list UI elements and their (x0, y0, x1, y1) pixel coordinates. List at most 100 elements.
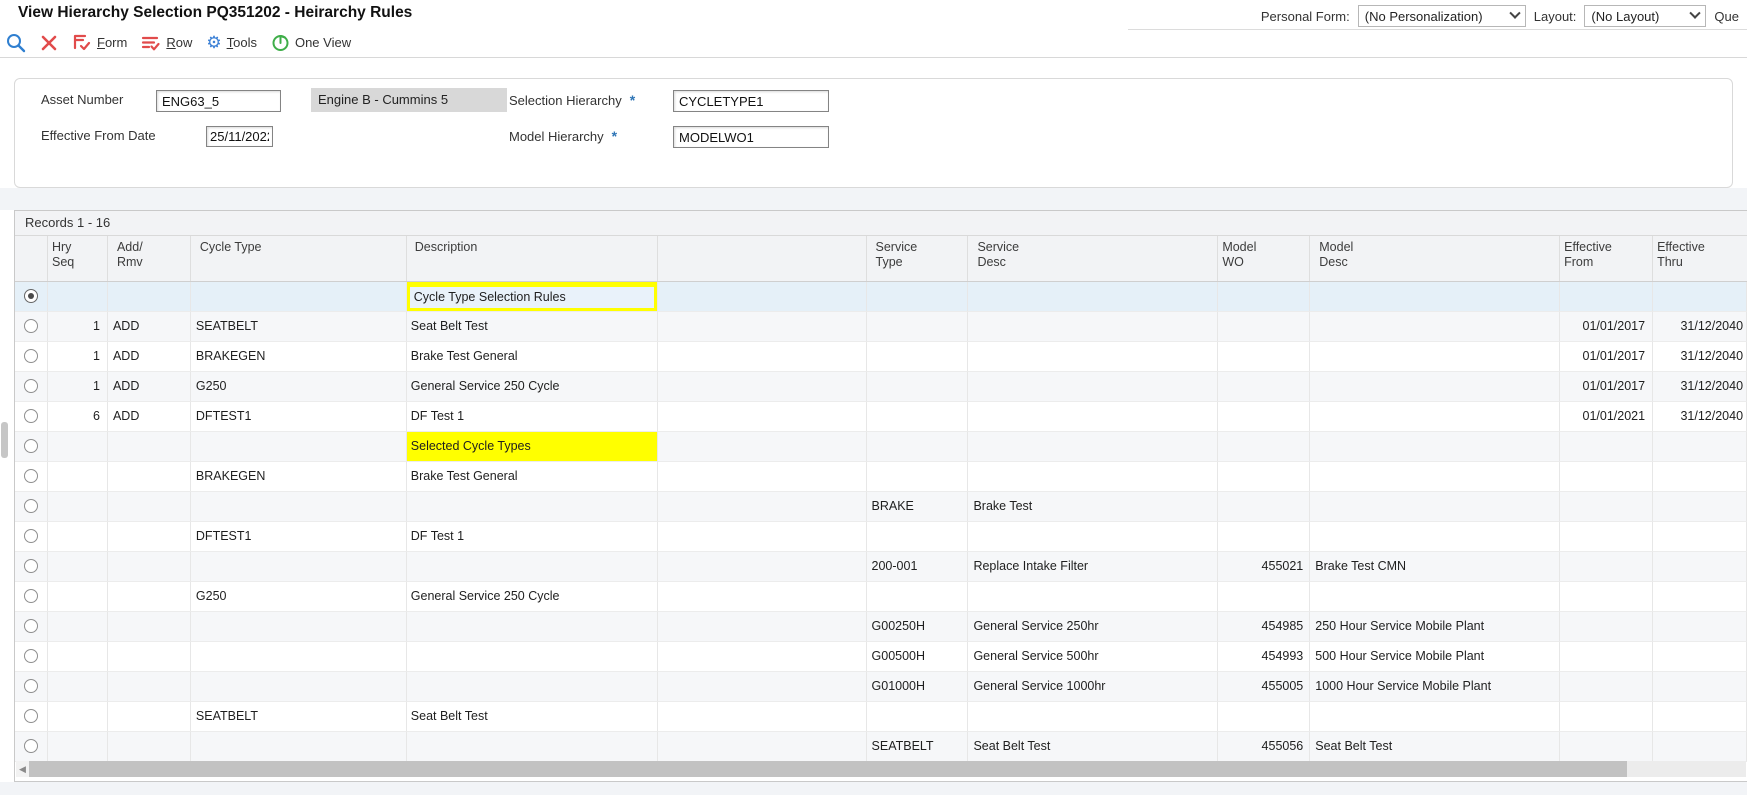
horizontal-scrollbar-thumb[interactable] (29, 761, 1627, 777)
grid-cell-efrom (1560, 552, 1653, 582)
grid-cell-mwo (1218, 402, 1310, 432)
radio-icon[interactable] (24, 559, 38, 573)
row-menu-button[interactable]: Row (141, 34, 192, 52)
asset-number-input[interactable] (156, 90, 281, 112)
row-select-cell[interactable] (15, 432, 48, 462)
grid-header-hry-seq[interactable]: Hry Seq (48, 236, 108, 281)
row-select-cell[interactable] (15, 282, 48, 312)
vertical-scrollbar-thumb[interactable] (1, 422, 8, 458)
radio-icon[interactable] (24, 529, 38, 543)
row-select-cell[interactable] (15, 402, 48, 432)
radio-icon[interactable] (24, 679, 38, 693)
grid-cell-blank (658, 282, 867, 312)
grid-cell-hry: 1 (48, 342, 108, 372)
grid-cell-desc (407, 552, 658, 582)
grid-cell-stype: G01000H (867, 672, 969, 702)
grid-cell-sdesc (968, 372, 1218, 402)
cell-text: 454985 (1218, 612, 1309, 641)
grid-header-add-rmv[interactable]: Add/ Rmv (108, 236, 191, 281)
grid-header-description[interactable]: Description (407, 236, 658, 281)
effective-from-date-input[interactable] (206, 126, 273, 147)
radio-icon[interactable] (24, 709, 38, 723)
row-select-cell[interactable] (15, 702, 48, 732)
row-select-cell[interactable] (15, 522, 48, 552)
radio-icon[interactable] (24, 439, 38, 453)
row-select-cell[interactable] (15, 492, 48, 522)
cell-text: 01/01/2017 (1560, 312, 1652, 341)
row-select-cell[interactable] (15, 732, 48, 762)
horizontal-scrollbar[interactable]: ◀ (16, 761, 1746, 777)
row-select-cell[interactable] (15, 462, 48, 492)
row-select-cell[interactable] (15, 342, 48, 372)
grid-header-effective-thru[interactable]: Effective Thru (1653, 236, 1747, 281)
grid-header-service-type[interactable]: Service Type (867, 236, 969, 281)
layout-select[interactable]: (No Layout) (1584, 5, 1706, 27)
grid-cell-stype: SEATBELT (867, 732, 969, 762)
radio-icon[interactable] (24, 619, 38, 633)
grid-cell-desc: Seat Belt Test (407, 312, 658, 342)
row-select-cell[interactable] (15, 672, 48, 702)
grid-cell-mwo: 454985 (1218, 612, 1310, 642)
radio-icon[interactable] (24, 319, 38, 333)
grid-header-effective-from[interactable]: Effective From (1560, 236, 1653, 281)
grid-cell-stype: G00250H (867, 612, 969, 642)
grid-cell-hry (48, 672, 108, 702)
grid-row: BRAKEGENBrake Test General (15, 462, 1747, 492)
radio-selected-icon[interactable] (24, 289, 38, 303)
grid-cell-mdesc (1310, 522, 1560, 552)
grid-cell-efrom: 01/01/2017 (1560, 312, 1653, 342)
row-select-cell[interactable] (15, 312, 48, 342)
row-select-cell[interactable] (15, 612, 48, 642)
row-select-cell[interactable] (15, 642, 48, 672)
close-button[interactable] (40, 34, 58, 52)
cell-text: DF Test 1 (407, 522, 657, 551)
scroll-left-arrow-icon[interactable]: ◀ (16, 761, 29, 777)
cell-text: Brake Test General (407, 462, 657, 491)
radio-icon[interactable] (24, 589, 38, 603)
grid-cell-sdesc (968, 432, 1218, 462)
form-menu-button[interactable]: Form (72, 34, 127, 52)
grid-cell-desc (407, 642, 658, 672)
header-text: Hry (52, 240, 78, 254)
grid-cell-stype (867, 522, 969, 552)
tools-menu-button[interactable]: ⚙ Tools (206, 34, 257, 51)
grid-cell-efrom (1560, 282, 1653, 312)
grid-cell-efrom: 01/01/2017 (1560, 342, 1653, 372)
header-text: Desc (972, 255, 1005, 269)
radio-icon[interactable] (24, 409, 38, 423)
model-hierarchy-label: Model Hierarchy* (509, 128, 617, 144)
radio-icon[interactable] (24, 379, 38, 393)
one-view-button[interactable]: One View (271, 33, 351, 52)
grid-cell-ethru (1653, 492, 1747, 522)
radio-icon[interactable] (24, 469, 38, 483)
row-select-cell[interactable] (15, 582, 48, 612)
model-hierarchy-input[interactable] (673, 126, 829, 148)
find-button[interactable] (6, 33, 26, 53)
grid-cell-ethru (1653, 552, 1747, 582)
grid-cell-cycle (191, 432, 407, 462)
row-select-cell[interactable] (15, 552, 48, 582)
cell-text: G250 (191, 372, 406, 401)
radio-icon[interactable] (24, 649, 38, 663)
grid-cell-add (108, 432, 191, 462)
form-icon (72, 34, 92, 52)
application-window: View Hierarchy Selection PQ351202 - Heir… (0, 0, 1747, 795)
radio-icon[interactable] (24, 739, 38, 753)
grid-cell-sdesc: General Service 500hr (968, 642, 1218, 672)
asset-description-field: Engine B - Cummins 5 (311, 88, 507, 112)
grid-cell-desc: Selected Cycle Types (407, 432, 658, 462)
grid-header-model-desc[interactable]: Model Desc (1310, 236, 1560, 281)
row-select-cell[interactable] (15, 372, 48, 402)
grid-header-model-wo[interactable]: Model WO (1218, 236, 1310, 281)
selection-hierarchy-input[interactable] (673, 90, 829, 112)
radio-icon[interactable] (24, 349, 38, 363)
grid-header-service-desc[interactable]: Service Desc (968, 236, 1218, 281)
grid-cell-ethru: 31/12/2040 (1653, 402, 1747, 432)
grid-cell-desc (407, 492, 658, 522)
grid-cell-mdesc: 250 Hour Service Mobile Plant (1310, 612, 1560, 642)
radio-icon[interactable] (24, 499, 38, 513)
cell-text: BRAKEGEN (191, 462, 406, 491)
personal-form-select[interactable]: (No Personalization) (1358, 5, 1526, 27)
grid-cell-sdesc (968, 702, 1218, 732)
grid-header-cycle-type[interactable]: Cycle Type (191, 236, 407, 281)
